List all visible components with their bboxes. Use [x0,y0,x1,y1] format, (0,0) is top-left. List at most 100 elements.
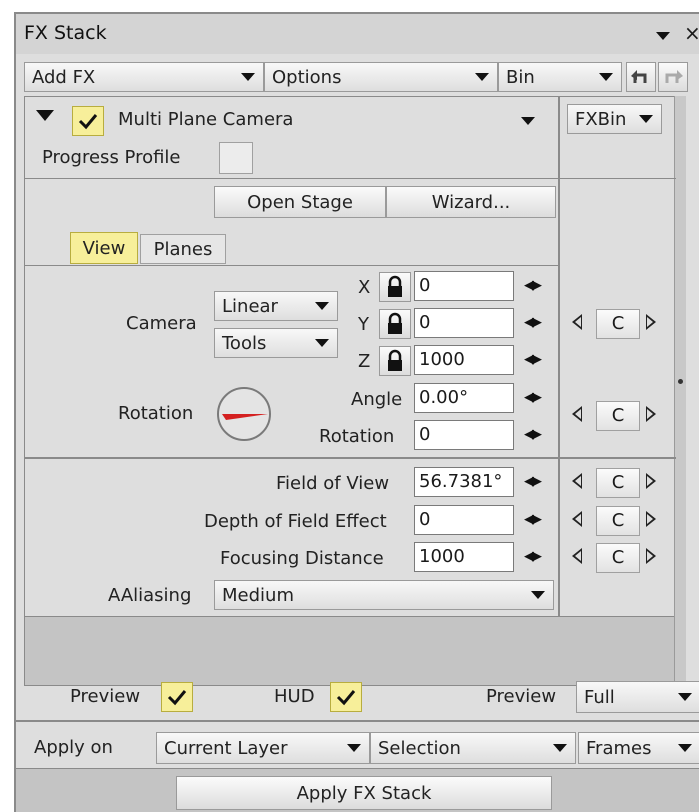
x-field[interactable]: 0 [414,271,514,301]
collapse-triangle-icon[interactable] [36,110,54,121]
effect-enabled-checkbox[interactable] [72,106,104,136]
focus-keyframe-button[interactable]: C [596,543,640,573]
x-lock-button[interactable] [379,272,411,302]
focusing-distance-label: Focusing Distance [220,548,384,569]
aaliasing-value: Medium [222,584,294,606]
selection-dropdown[interactable]: Selection [370,732,576,764]
camera-prev-key-icon[interactable] [572,314,582,330]
camera-tools-dropdown[interactable]: Tools [214,328,338,358]
rotation-dial[interactable] [214,384,274,444]
chevron-down-icon [531,591,545,599]
checkmark-icon [336,690,356,706]
bin-label: Bin [506,66,535,88]
preview-mode-value: Full [584,686,615,708]
focusing-distance-field[interactable]: 1000 [414,542,514,572]
chevron-down-icon [678,744,692,752]
camera-keyframe-button[interactable]: C [596,309,640,339]
apply-on-dropdown[interactable]: Current Layer [156,732,370,764]
camera-next-key-icon[interactable] [646,314,656,330]
tab-view[interactable]: View [70,232,138,264]
rotation-field[interactable]: 0 [414,420,514,450]
angle-spinner-icon[interactable]: ◀▶ [524,390,542,405]
z-label: Z [358,351,371,372]
tab-planes[interactable]: Planes [140,234,226,264]
z-lock-button[interactable] [379,346,411,376]
bin-dropdown[interactable]: Bin [498,62,622,92]
column-divider [558,96,560,626]
camera-tools-value: Tools [222,332,267,354]
focus-spinner-icon[interactable]: ◀▶ [524,549,542,564]
title-menu-chevron-icon[interactable] [656,32,670,40]
x-spinner-icon[interactable]: ◀▶ [524,278,542,293]
chevron-down-icon [678,693,692,701]
fx-stack-window: FX Stack × Add FX Options Bin Multi Plan… [14,12,699,812]
chevron-down-icon [315,302,329,310]
preview-checkbox[interactable] [161,682,193,712]
checkmark-icon [78,114,98,130]
selection-value: Selection [378,737,461,759]
rotation-keyframe-button[interactable]: C [596,401,640,431]
frames-dropdown[interactable]: Frames [578,732,699,764]
y-lock-button[interactable] [379,309,411,339]
camera-mode-dropdown[interactable]: Linear [214,291,338,321]
apply-on-label: Apply on [34,737,113,758]
effect-menu-chevron-icon[interactable] [521,117,535,125]
rotation-label: Rotation [118,403,194,424]
redo-button[interactable] [658,62,688,92]
tab-planes-label: Planes [153,239,213,260]
y-field[interactable]: 0 [414,308,514,338]
fov-next-key-icon[interactable] [646,473,656,489]
dof-spinner-icon[interactable]: ◀▶ [524,512,542,527]
window-title: FX Stack [24,22,107,44]
hud-checkbox[interactable] [330,682,362,712]
options-label: Options [272,66,342,88]
camera-mode-value: Linear [222,295,278,317]
undo-button[interactable] [626,62,656,92]
focus-prev-key-icon[interactable] [572,548,582,564]
angle-field[interactable]: 0.00° [414,383,514,413]
depth-of-field-label: Depth of Field Effect [204,511,387,532]
angle-label: Angle [351,389,403,410]
z-field[interactable]: 1000 [414,345,514,375]
chevron-down-icon [315,339,329,347]
wizard-button[interactable]: Wizard... [386,186,556,218]
depth-of-field-field[interactable]: 0 [414,505,514,535]
checkmark-icon [167,690,187,706]
add-fx-dropdown[interactable]: Add FX [24,62,264,92]
fov-keyframe-button[interactable]: C [596,468,640,498]
rotation-prev-key-icon[interactable] [572,406,582,422]
footer-divider [16,720,699,722]
chevron-down-icon [553,744,567,752]
fxbin-dropdown[interactable]: FXBin [567,104,662,134]
dof-prev-key-icon[interactable] [572,511,582,527]
dof-next-key-icon[interactable] [646,511,656,527]
fov-prev-key-icon[interactable] [572,473,582,489]
progress-profile-label: Progress Profile [42,147,181,168]
chevron-down-icon [475,73,489,81]
frames-value: Frames [586,737,652,759]
y-spinner-icon[interactable]: ◀▶ [524,315,542,330]
open-stage-label: Open Stage [247,192,353,213]
rotation-spinner-icon[interactable]: ◀▶ [524,427,542,442]
tab-view-label: View [82,238,126,259]
y-label: Y [358,314,369,335]
vertical-scrollbar[interactable] [674,96,686,686]
preview-mode-dropdown[interactable]: Full [576,681,699,713]
fov-spinner-icon[interactable]: ◀▶ [524,474,542,489]
progress-profile-box[interactable] [219,142,253,174]
close-icon[interactable]: × [684,21,699,45]
apply-fx-stack-button[interactable]: Apply FX Stack [176,776,552,810]
redo-icon [665,70,683,83]
dof-keyframe-button[interactable]: C [596,506,640,536]
scrollbar-thumb-dot[interactable] [678,379,683,384]
focus-next-key-icon[interactable] [646,548,656,564]
open-stage-button[interactable]: Open Stage [214,186,386,218]
chevron-down-icon [347,744,361,752]
z-spinner-icon[interactable]: ◀▶ [524,352,542,367]
rotation-next-key-icon[interactable] [646,406,656,422]
preview-mode-label: Preview [486,686,557,707]
field-of-view-field[interactable]: 56.7381° [414,467,514,497]
aaliasing-dropdown[interactable]: Medium [214,580,554,610]
options-dropdown[interactable]: Options [264,62,498,92]
section-divider [24,178,676,179]
